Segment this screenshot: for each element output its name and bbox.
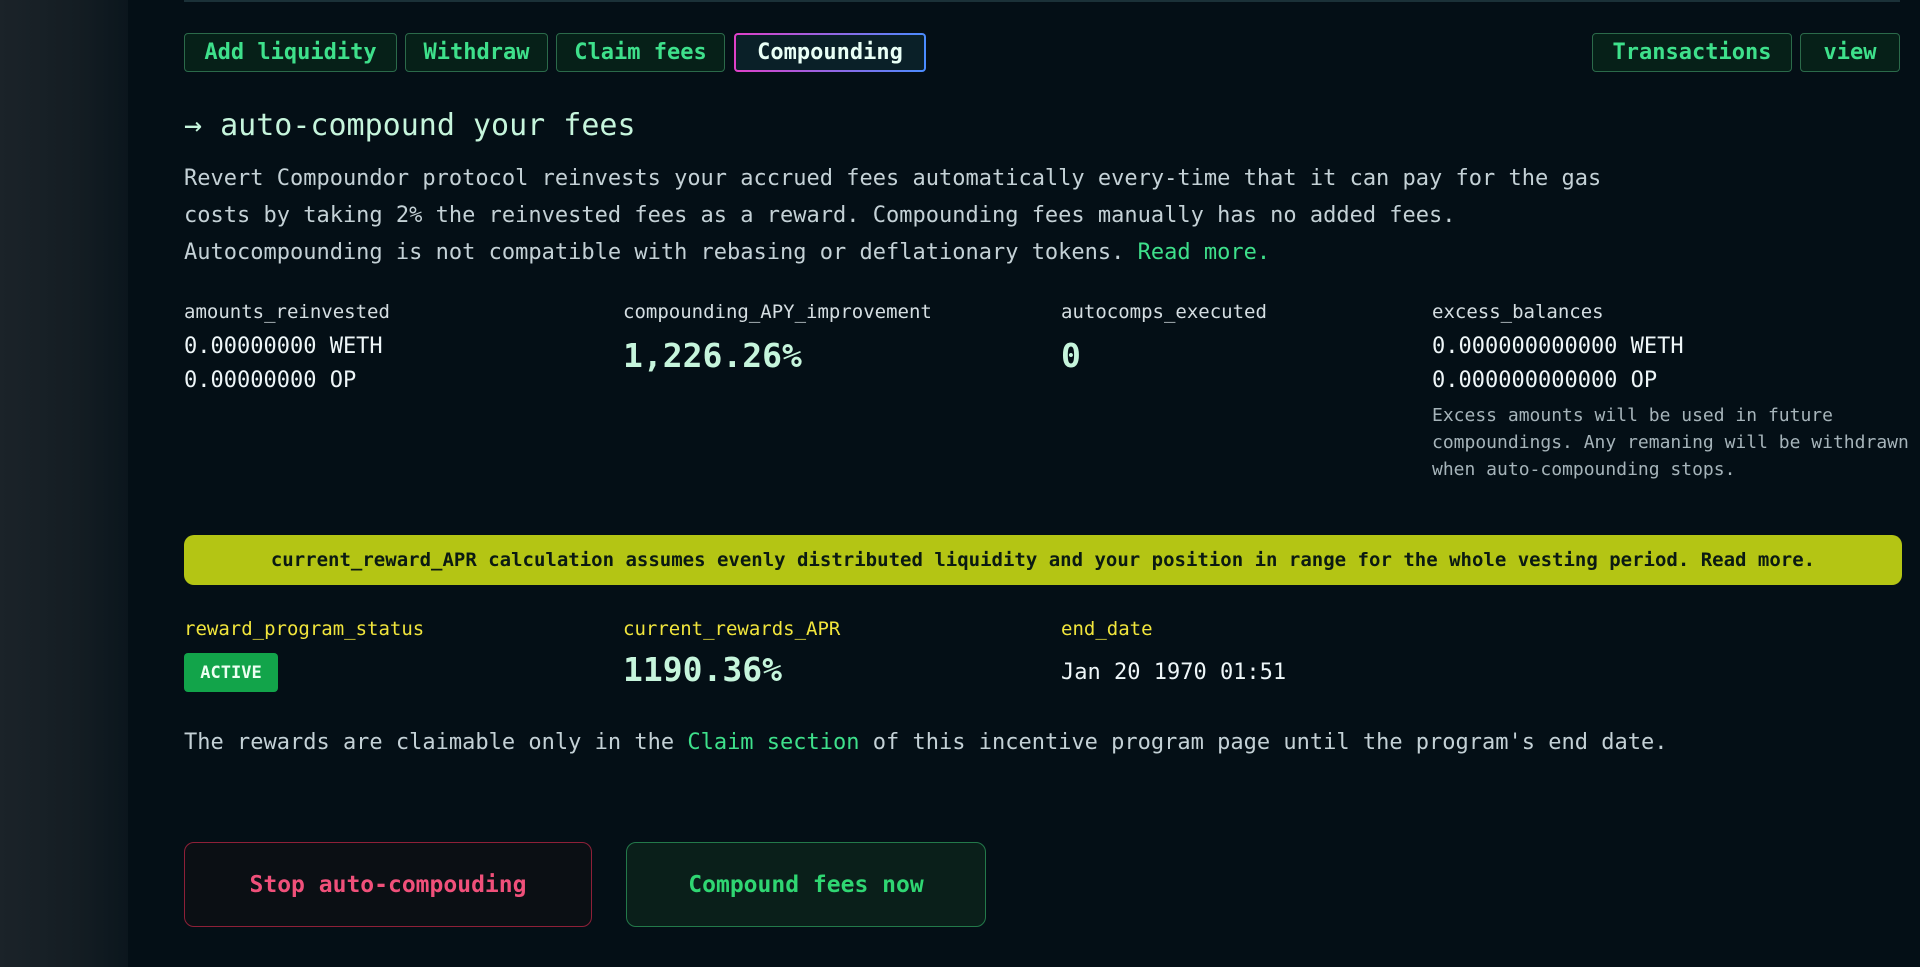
excess-balances-label: excess_balances bbox=[1432, 301, 1604, 323]
tab-view[interactable]: view bbox=[1800, 33, 1900, 72]
apy-improvement-value: 1,226.26% bbox=[623, 336, 802, 375]
tab-compounding[interactable]: Compounding bbox=[734, 33, 926, 72]
arrow-icon: → bbox=[184, 108, 203, 143]
reward-program-status-label: reward_program_status bbox=[184, 618, 425, 640]
current-rewards-apr-value: 1190.36% bbox=[623, 650, 782, 689]
autocomps-executed-value: 0 bbox=[1061, 336, 1081, 375]
section-title: auto-compound your fees bbox=[220, 108, 636, 143]
reward-apr-banner: current_reward_APR calculation assumes e… bbox=[184, 535, 1902, 585]
claim-text-after: of this incentive program page until the… bbox=[859, 730, 1668, 755]
tab-claim-fees[interactable]: Claim fees bbox=[556, 33, 725, 72]
excess-balances-weth: 0.000000000000 WETH bbox=[1432, 334, 1684, 359]
excess-balances-note: Excess amounts will be used in future co… bbox=[1432, 405, 1909, 480]
end-date-label: end_date bbox=[1061, 618, 1153, 640]
apy-improvement-label: compounding_APY_improvement bbox=[623, 301, 932, 323]
excess-balances-op: 0.000000000000 OP bbox=[1432, 368, 1658, 393]
section-heading: → auto-compound your fees bbox=[184, 108, 636, 143]
tab-withdraw[interactable]: Withdraw bbox=[405, 33, 548, 72]
current-rewards-apr-label: current_rewards_APR bbox=[623, 618, 841, 640]
claim-info: The rewards are claimable only in the Cl… bbox=[184, 730, 1667, 755]
amounts-reinvested-op: 0.00000000 OP bbox=[184, 368, 357, 393]
description: Revert Compoundor protocol reinvests you… bbox=[184, 160, 1604, 271]
status-badge: ACTIVE bbox=[184, 653, 278, 692]
description-text: Revert Compoundor protocol reinvests you… bbox=[184, 166, 1602, 265]
compound-fees-now-button[interactable]: Compound fees now bbox=[626, 842, 986, 927]
read-more-link[interactable]: Read more. bbox=[1138, 240, 1270, 265]
page: Add liquidity Withdraw Claim fees Compou… bbox=[0, 0, 1920, 967]
autocomps-executed-label: autocomps_executed bbox=[1061, 301, 1267, 323]
end-date-value: Jan 20 1970 01:51 bbox=[1061, 660, 1287, 685]
compounding-panel: Add liquidity Withdraw Claim fees Compou… bbox=[184, 0, 1909, 967]
amounts-reinvested-label: amounts_reinvested bbox=[184, 301, 390, 323]
claim-section-link[interactable]: Claim section bbox=[687, 730, 859, 755]
claim-text-before: The rewards are claimable only in the bbox=[184, 730, 688, 755]
tab-add-liquidity[interactable]: Add liquidity bbox=[184, 33, 397, 72]
tab-transactions[interactable]: Transactions bbox=[1592, 33, 1792, 72]
side-rail bbox=[0, 0, 128, 967]
stop-auto-compounding-button[interactable]: Stop auto-compouding bbox=[184, 842, 592, 927]
amounts-reinvested-weth: 0.00000000 WETH bbox=[184, 334, 383, 359]
